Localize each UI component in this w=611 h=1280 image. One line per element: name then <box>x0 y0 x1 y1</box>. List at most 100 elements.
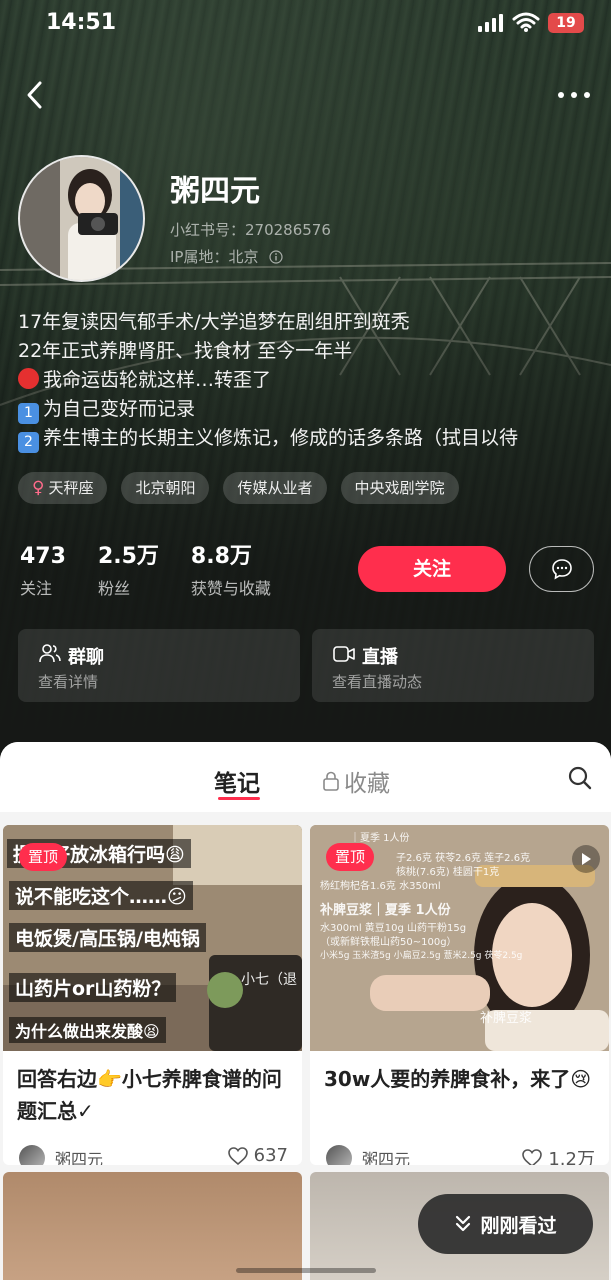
bio-line-text: 养生博主的长期主义修炼记，修成的话多条路（拭目以待 <box>43 427 519 449</box>
bio-line: 22年正式养脾肾肝、找食材 至今一年半 <box>18 340 353 362</box>
cover-text: 山药片or山药粉？ <box>9 973 177 1002</box>
stat-label: 关注 <box>20 579 53 598</box>
red-circle-icon <box>18 368 39 389</box>
lock-icon <box>323 771 339 791</box>
back-icon[interactable] <box>22 80 52 110</box>
tab-notes[interactable]: 笔记 <box>214 764 260 798</box>
tab-favorites[interactable]: 收藏 <box>322 764 390 798</box>
author-avatar <box>326 1145 352 1165</box>
tag-school[interactable]: 中央戏剧学院 <box>340 472 459 504</box>
note-cover: ｜夏季 1人份 子2.6克 茯苓2.6克 莲子2.6克 核桃(7.6克) 桂圆干… <box>310 825 609 1051</box>
battery-indicator: 19 <box>548 13 584 33</box>
stats: 473 关注 2.5万 粉丝 8.8万 获赞与收藏 <box>20 543 303 599</box>
card-subtitle: 查看直播动态 <box>332 673 423 691</box>
just-seen-button[interactable]: 刚刚看过 <box>418 1194 593 1254</box>
tag-list: ♀ 天秤座 北京朝阳 传媒从业者 中央戏剧学院 <box>18 472 459 504</box>
status-time: 14:51 <box>46 10 117 35</box>
bio: 17年复读因气郁手术/大学追梦在剧组肝到斑秃 22年正式养脾肾肝、找食材 至今一… <box>18 308 598 453</box>
cover-side-text: 小七（退 <box>241 972 297 988</box>
nickname: 粥四元 <box>170 174 260 209</box>
search-icon[interactable] <box>567 765 593 791</box>
like-count: 1.2万 <box>548 1149 595 1165</box>
note-title: 30w人要的养脾食补，来了😢 <box>324 1067 592 1091</box>
keycap-two-icon: 2 <box>18 432 39 453</box>
note-author[interactable]: 粥四元 <box>19 1145 103 1165</box>
female-icon: ♀ <box>32 478 45 498</box>
cover-text: 子2.6克 茯苓2.6克 莲子2.6克 <box>396 853 531 864</box>
status-bar: 14:51 19 <box>0 0 611 48</box>
info-icon[interactable] <box>269 250 283 264</box>
video-camera-icon <box>333 646 355 662</box>
ip-location-text: IP属地：北京 <box>170 248 259 266</box>
like-button[interactable]: 1.2万 <box>521 1145 595 1165</box>
like-button[interactable]: 637 <box>227 1145 288 1165</box>
tab-favorites-label: 收藏 <box>344 771 390 797</box>
message-button[interactable] <box>529 546 594 592</box>
chat-bubble-icon <box>551 559 572 580</box>
tag-zodiac[interactable]: ♀ 天秤座 <box>18 472 108 504</box>
keycap-one-icon: 1 <box>18 403 39 424</box>
note-author[interactable]: 粥四元 <box>326 1145 410 1165</box>
cover-text: （或新鲜铁棍山药50~100g） <box>320 937 457 948</box>
pinned-badge: 置顶 <box>326 843 375 871</box>
avatar[interactable] <box>18 155 145 282</box>
note-cover: 提前好放冰箱行吗😩 说不能吃这个……😕 电饭煲/高压锅/电炖锅 山药片or山药粉… <box>3 825 302 1051</box>
ip-location: IP属地：北京 <box>170 246 283 267</box>
bio-line: 2 养生博主的长期主义修炼记，修成的话多条路（拭目以待 <box>18 424 598 453</box>
tag-label: 天秤座 <box>48 479 94 497</box>
cover-text: 水300ml 黄豆10g 山药干粉15g <box>320 923 467 934</box>
cover-text: 电饭煲/高压锅/电炖锅 <box>9 923 206 952</box>
note-card-partial[interactable] <box>3 1172 302 1280</box>
stat-value: 2.5万 <box>97 544 159 569</box>
wifi-icon <box>512 12 540 32</box>
heart-icon <box>522 1149 543 1165</box>
tag-label: 传媒从业者 <box>237 479 313 497</box>
note-card[interactable]: ｜夏季 1人份 子2.6克 茯苓2.6克 莲子2.6克 核桃(7.6克) 桂圆干… <box>310 825 609 1165</box>
signal-icon <box>478 14 503 32</box>
bio-line: 1 为自己变好而记录 <box>18 395 598 424</box>
group-icon <box>39 644 61 663</box>
cover-text: 核桃(7.6克) 桂圆干1克 <box>396 867 500 878</box>
group-chat-card[interactable]: 群聊 查看详情 <box>18 629 300 702</box>
cover-text: 为什么做出来发酸😫 <box>9 1017 166 1043</box>
stat-label: 粉丝 <box>97 579 130 598</box>
more-icon[interactable] <box>556 80 592 110</box>
heart-icon <box>227 1146 248 1165</box>
author-name: 粥四元 <box>362 1150 411 1165</box>
avatar-photo <box>20 157 143 280</box>
double-chevron-down-icon <box>456 1215 471 1232</box>
note-card[interactable]: 提前好放冰箱行吗😩 说不能吃这个……😕 电饭煲/高压锅/电炖锅 山药片or山药粉… <box>3 825 302 1165</box>
cover-text: 杨红枸杞各1.6克 水350ml <box>320 881 441 892</box>
bio-line: 17年复读因气郁手术/大学追梦在剧组肝到斑秃 <box>18 311 410 333</box>
just-seen-label: 刚刚看过 <box>480 1214 557 1237</box>
tag-profession[interactable]: 传媒从业者 <box>223 472 327 504</box>
pinned-badge: 置顶 <box>19 843 68 871</box>
cover-text: 补脾豆浆 <box>480 1011 533 1026</box>
bio-line-text: 我命运齿轮就这样…转歪了 <box>43 369 272 391</box>
red-id[interactable]: 小红书号：270286576 <box>170 219 331 240</box>
play-icon <box>572 845 600 873</box>
card-subtitle: 查看详情 <box>38 673 99 691</box>
bio-line: 我命运齿轮就这样…转歪了 <box>18 366 598 395</box>
cover-text: 补脾豆浆｜夏季 1人份 <box>320 903 451 918</box>
stat-likes[interactable]: 8.8万 获赞与收藏 <box>191 543 271 599</box>
stat-following[interactable]: 473 关注 <box>20 543 66 599</box>
cover-text: 小米5g 玉米渣5g 小扁豆2.5g 薏米2.5g 茯苓2.5g <box>320 951 523 961</box>
author-avatar <box>19 1145 45 1165</box>
stat-followers[interactable]: 2.5万 粉丝 <box>98 543 159 599</box>
card-title: 直播 <box>362 647 398 668</box>
like-count: 637 <box>253 1145 288 1165</box>
tag-label: 中央戏剧学院 <box>354 479 445 497</box>
tag-location[interactable]: 北京朝阳 <box>121 472 210 504</box>
card-title: 群聊 <box>68 647 104 668</box>
stat-value: 473 <box>20 544 66 569</box>
tag-label: 北京朝阳 <box>135 479 196 497</box>
bio-line-text: 为自己变好而记录 <box>43 398 196 420</box>
live-card[interactable]: 直播 查看直播动态 <box>312 629 594 702</box>
cover-text: 说不能吃这个……😕 <box>9 881 193 910</box>
stat-value: 8.8万 <box>190 544 252 569</box>
author-name: 粥四元 <box>55 1150 104 1165</box>
tab-active-indicator <box>218 797 260 800</box>
follow-button[interactable]: 关注 <box>358 546 506 592</box>
stat-label: 获赞与收藏 <box>190 579 271 598</box>
